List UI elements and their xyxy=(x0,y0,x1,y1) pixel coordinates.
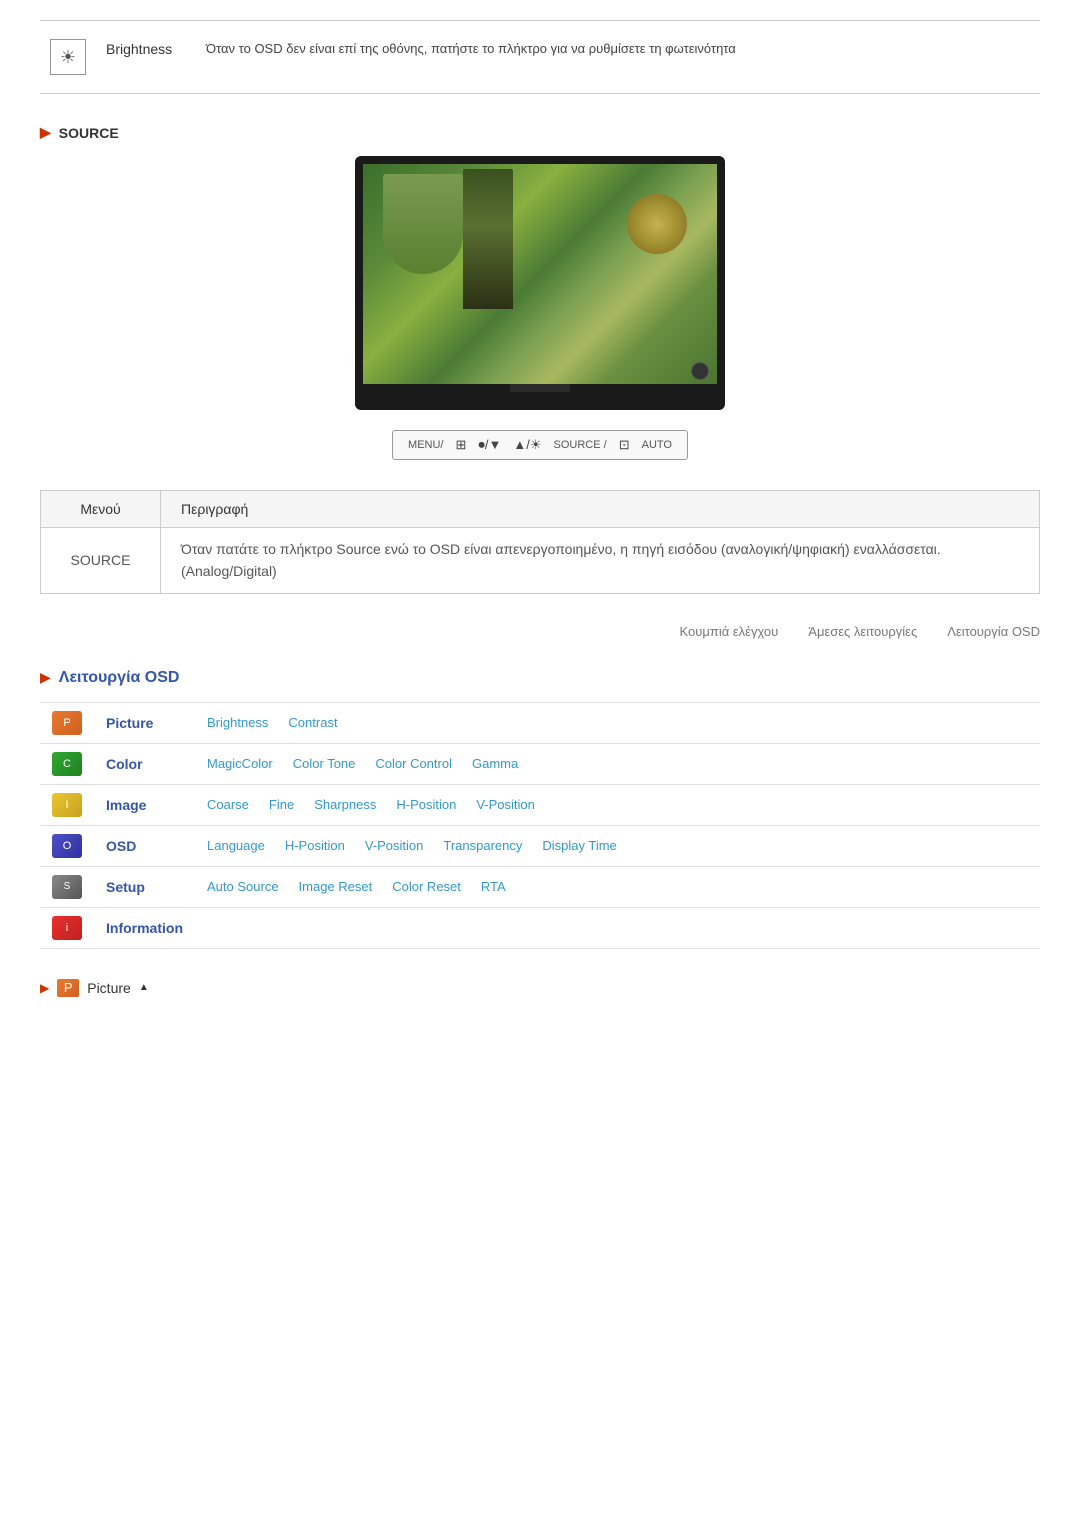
brightness-description: Όταν το OSD δεν είναι επί της οθόνης, πα… xyxy=(206,39,736,59)
osd-row-name-setup[interactable]: Setup xyxy=(94,866,195,907)
source-section-title: SOURCE xyxy=(59,125,119,141)
menu-description-table: Μενού Περιγραφή SOURCE Όταν πατάτε το πλ… xyxy=(40,490,1040,594)
osd-table-row: C Color MagicColor Color Tone Color Control G… xyxy=(40,743,1040,784)
osd-item-transparency[interactable]: Transparency xyxy=(443,838,522,853)
osd-item-rta[interactable]: RTA xyxy=(481,879,506,894)
osd-row-name-color[interactable]: Color xyxy=(94,743,195,784)
source-section-header: ▶ SOURCE xyxy=(40,124,1040,141)
button-symbol-display: ⊡ xyxy=(619,437,630,453)
osd-table-row: I Image Coarse Fine Sharpness H-Position V-Pos… xyxy=(40,784,1040,825)
osd-item-h-position[interactable]: H-Position xyxy=(396,797,456,812)
osd-header-icon: ▶ xyxy=(40,669,51,686)
picture-section-icon2: P xyxy=(57,979,79,997)
source-header-icon: ▶ xyxy=(40,124,51,141)
table-cell-source: SOURCE xyxy=(41,528,161,594)
osd-item-auto-source[interactable]: Auto Source xyxy=(207,879,279,894)
osd-row-name-osd[interactable]: OSD xyxy=(94,825,195,866)
brightness-icon: ☀ xyxy=(50,39,86,75)
osd-item-v-position[interactable]: V-Position xyxy=(476,797,535,812)
monitor-base xyxy=(510,384,570,392)
osd-item-contrast[interactable]: Contrast xyxy=(288,715,337,730)
osd-row-icon-color: C xyxy=(52,752,82,776)
auto-label: AUTO xyxy=(642,439,672,451)
monitor-display xyxy=(355,156,725,410)
osd-row-name-image[interactable]: Image xyxy=(94,784,195,825)
monitor-power-button[interactable] xyxy=(691,362,709,380)
osd-item-color-tone[interactable]: Color Tone xyxy=(293,756,356,771)
osd-item-gamma[interactable]: Gamma xyxy=(472,756,518,771)
osd-item-display-time[interactable]: Display Time xyxy=(542,838,616,853)
button-symbol-panels: ⊞ xyxy=(455,437,466,453)
osd-function-table: P Picture Brightness Contrast C Color MagicCol… xyxy=(40,702,1040,949)
osd-item-h-position[interactable]: H-Position xyxy=(285,838,345,853)
table-row: SOURCE Όταν πατάτε το πλήκτρο Source ενώ… xyxy=(41,528,1040,594)
osd-row-icon-image: I xyxy=(52,793,82,817)
osd-section-title: Λειτουργία OSD xyxy=(59,669,180,687)
table-header-menu: Μενού xyxy=(41,491,161,528)
brightness-label: Brightness xyxy=(106,39,186,57)
picture-section-icon: ▶ xyxy=(40,981,49,995)
osd-row-icon-information: i xyxy=(52,916,82,940)
source-button-label: SOURCE / xyxy=(554,439,607,451)
osd-item-coarse[interactable]: Coarse xyxy=(207,797,249,812)
osd-table-row: i Information xyxy=(40,907,1040,948)
osd-table-row: O OSD Language H-Position V-Position Transpar… xyxy=(40,825,1040,866)
osd-row-icon-setup: S xyxy=(52,875,82,899)
osd-item-language[interactable]: Language xyxy=(207,838,265,853)
nav-item-osd[interactable]: Λειτουργία OSD xyxy=(947,624,1040,639)
osd-row-name-information[interactable]: Information xyxy=(94,907,195,948)
osd-item-image-reset[interactable]: Image Reset xyxy=(299,879,373,894)
osd-table-row: S Setup Auto Source Image Reset Color Reset R… xyxy=(40,866,1040,907)
osd-item-color-control[interactable]: Color Control xyxy=(375,756,452,771)
osd-section-header: ▶ Λειτουργία OSD xyxy=(40,669,1040,687)
brightness-row: ☀ Brightness Όταν το OSD δεν είναι επί τ… xyxy=(40,20,1040,94)
source-section: ▶ SOURCE MENU/ ⊞ ⏺/▼ ▲/☀ SOURCE / ⊡ AUTO xyxy=(40,124,1040,460)
table-header-desc: Περιγραφή xyxy=(161,491,1040,528)
osd-table-row: P Picture Brightness Contrast xyxy=(40,702,1040,743)
button-bar: MENU/ ⊞ ⏺/▼ ▲/☀ SOURCE / ⊡ AUTO xyxy=(392,430,688,460)
monitor-image-container xyxy=(40,156,1040,410)
osd-item-v-position[interactable]: V-Position xyxy=(365,838,424,853)
osd-item-brightness[interactable]: Brightness xyxy=(207,715,268,730)
monitor-tree-element xyxy=(463,169,513,309)
nav-item-direct[interactable]: Άμεσες λειτουργίες xyxy=(808,624,917,639)
picture-section-arrow: ▲ xyxy=(139,982,149,993)
osd-row-icon-picture: P xyxy=(52,711,82,735)
nav-item-buttons[interactable]: Κουμπιά ελέγχου xyxy=(680,624,779,639)
button-bar-container: MENU/ ⊞ ⏺/▼ ▲/☀ SOURCE / ⊡ AUTO xyxy=(40,430,1040,460)
button-symbol-brightness: ▲/☀ xyxy=(513,437,541,453)
osd-section: ▶ Λειτουργία OSD P Picture Brightness Contr… xyxy=(40,669,1040,949)
osd-item-magiccolor[interactable]: MagicColor xyxy=(207,756,273,771)
osd-item-sharpness[interactable]: Sharpness xyxy=(314,797,376,812)
osd-row-icon-osd: O xyxy=(52,834,82,858)
osd-row-name-picture[interactable]: Picture xyxy=(94,702,195,743)
picture-section: ▶ P Picture ▲ xyxy=(40,979,1040,997)
monitor-screen xyxy=(363,164,717,384)
button-symbol-arrows: ⏺/▼ xyxy=(478,437,501,453)
table-cell-source-desc: Όταν πατάτε το πλήκτρο Source ενώ το OSD… xyxy=(161,528,1040,594)
nav-row: Κουμπιά ελέγχου Άμεσες λειτουργίες Λειτο… xyxy=(40,624,1040,639)
osd-item-fine[interactable]: Fine xyxy=(269,797,294,812)
osd-item-color-reset[interactable]: Color Reset xyxy=(392,879,461,894)
menu-label: MENU/ xyxy=(408,439,443,451)
picture-section-label: Picture xyxy=(87,980,131,996)
